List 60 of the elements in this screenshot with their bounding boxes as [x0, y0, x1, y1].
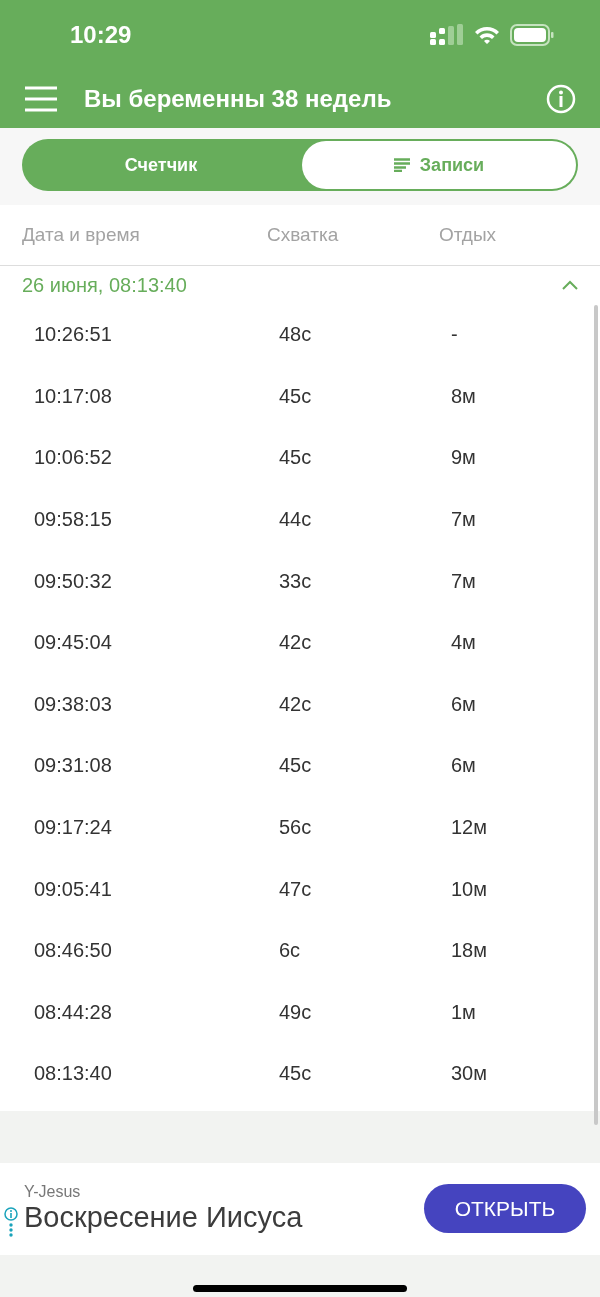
table-cell-text: 6м	[451, 754, 477, 778]
table-cell-text: 45с	[279, 446, 313, 470]
table-cell-text: 09:50:32	[34, 569, 113, 593]
segment-tab[interactable]: Счетчик	[24, 141, 298, 189]
table-cell-text: 33с	[279, 569, 313, 593]
table-cell-text: 10м	[451, 877, 488, 901]
table-cell-text: 49с	[279, 1000, 313, 1024]
table-cell-text: 42с	[279, 692, 313, 716]
wifi-icon	[474, 25, 500, 45]
table-cell-text: 7м	[451, 508, 477, 532]
table-cell-text: 09:45:04	[34, 631, 113, 655]
column-header: Отдых	[439, 224, 498, 246]
home-indicator[interactable]	[193, 1284, 407, 1292]
table-cell-text: 4м	[451, 631, 477, 655]
table-cell-text: 6с	[279, 939, 302, 963]
info-icon[interactable]	[4, 1206, 18, 1221]
table-cell-text: 8м	[451, 384, 477, 408]
group-title: 26 июня, 08:13:40	[22, 273, 187, 297]
menu-icon[interactable]	[24, 86, 58, 112]
table-cell-text: 10:26:51	[34, 323, 113, 347]
ad-headline: Воскресение Иисуса	[24, 1201, 304, 1235]
table-cell-text: 1м	[451, 1000, 477, 1024]
table-cell-text: 09:05:41	[34, 877, 113, 901]
table-cell-text: 18м	[451, 939, 488, 963]
table-cell-text: 42с	[279, 631, 313, 655]
table-cell-text: 45с	[279, 754, 313, 778]
table-cell-text: 09:58:15	[34, 508, 113, 532]
scrollbar[interactable]	[594, 305, 598, 1125]
segment-tab[interactable]: Записи	[302, 141, 576, 189]
table-cell-text: 09:38:03	[34, 692, 113, 716]
table-cell-text: 08:46:50	[34, 939, 113, 963]
table-cell-text: 48с	[279, 323, 313, 347]
status-time: 10:29	[70, 21, 132, 49]
table-cell-text: 6м	[451, 692, 477, 716]
open-button[interactable]: ОТКРЫТЬ	[424, 1184, 586, 1234]
table-cell-text: 10:06:52	[34, 446, 113, 470]
table-cell-text: 45с	[279, 384, 313, 408]
battery-icon	[510, 24, 554, 46]
table-cell-text: 7м	[451, 569, 477, 593]
table-cell-text: 12м	[451, 816, 488, 840]
ad-advertiser: Y-Jesus	[24, 1183, 82, 1202]
table-cell-text: 47с	[279, 877, 313, 901]
list-icon	[393, 158, 410, 172]
table-cell-text: 9м	[451, 446, 477, 470]
signal-icon	[430, 24, 464, 46]
table-cell-text: 08:44:28	[34, 1000, 113, 1024]
table-cell-text: 56с	[279, 816, 313, 840]
table-cell-text: -	[451, 323, 459, 347]
table-cell-text: 30м	[451, 1062, 488, 1086]
column-header: Дата и время	[22, 224, 141, 246]
table-cell-text: 45с	[279, 1062, 313, 1086]
column-header: Схватка	[267, 224, 340, 246]
more-icon[interactable]	[9, 1222, 13, 1237]
chevron-icon[interactable]	[562, 280, 578, 290]
table-cell-text: 09:31:08	[34, 754, 113, 778]
app-title: Вы беременны 38 недель	[84, 85, 393, 113]
table-cell-text: 09:17:24	[34, 816, 113, 840]
table-cell-text: 08:13:40	[34, 1062, 113, 1086]
table-cell-text: 44с	[279, 508, 313, 532]
table-cell-text: 10:17:08	[34, 384, 113, 408]
